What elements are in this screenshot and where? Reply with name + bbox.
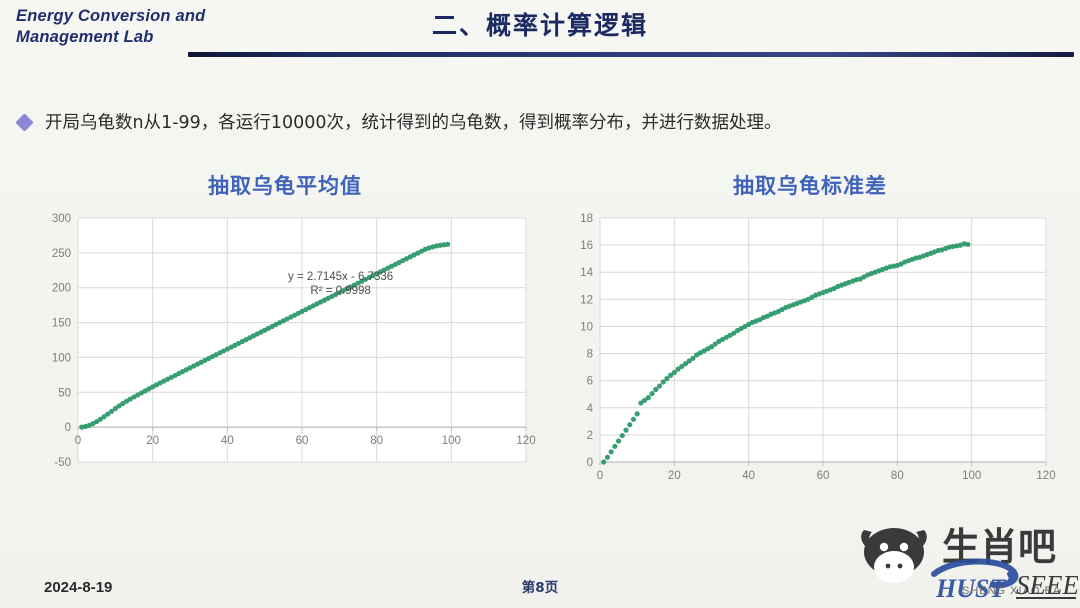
trendline-r2: R² = 0.9998: [310, 285, 371, 297]
svg-text:0: 0: [597, 470, 603, 482]
page-title: 二、概率计算逻辑: [431, 11, 648, 40]
svg-text:40: 40: [221, 435, 234, 447]
chart-mean-plot: -50 0 50 100 150 200 250 300 0 20 40 60 80 100 120 y =…: [30, 208, 540, 496]
svg-text:20: 20: [668, 470, 681, 482]
ox-head-icon: [861, 528, 927, 576]
header-divider: [188, 52, 1074, 57]
svg-text:120: 120: [516, 435, 535, 447]
svg-text:100: 100: [442, 435, 461, 447]
svg-text:-50: -50: [54, 457, 71, 469]
svg-text:120: 120: [1036, 470, 1055, 482]
svg-text:250: 250: [52, 248, 71, 260]
svg-text:14: 14: [580, 267, 593, 279]
chart-stdev-svg: 0 2 4 6 8 10 12 14 16 18 0 20 40 60 80 100 120: [580, 213, 1055, 482]
svg-text:8: 8: [587, 349, 593, 361]
svg-text:0: 0: [587, 457, 593, 469]
svg-text:2: 2: [587, 430, 593, 442]
svg-text:40: 40: [742, 470, 755, 482]
svg-text:150: 150: [52, 318, 71, 330]
svg-text:20: 20: [146, 435, 159, 447]
svg-text:6: 6: [587, 376, 593, 388]
svg-text:60: 60: [817, 470, 830, 482]
chart-mean-svg: -50 0 50 100 150 200 250 300 0 20 40 60 80 100 120: [52, 213, 536, 469]
bullet-item: 开局乌龟数n从1-99，各运行10000次，统计得到的乌龟数，得到概率分布，并进…: [15, 110, 782, 136]
watermark-brand-cn: 生肖吧: [942, 525, 1056, 569]
ox-eye-right: [899, 542, 909, 552]
svg-text:200: 200: [52, 283, 71, 295]
ox-nostril-left: [885, 563, 891, 569]
svg-text:100: 100: [52, 352, 71, 364]
svg-text:80: 80: [891, 470, 904, 482]
chart-stdev: 抽取乌龟标准差 0 2 4 6 8 10 12 14 16 18 0 20 40 60 80 100 120: [560, 170, 1060, 500]
ox-nostril-right: [897, 563, 903, 569]
chart-stdev-title: 抽取乌龟标准差: [733, 174, 887, 198]
trendline-equation: y = 2.7145x - 6.7336: [288, 271, 394, 283]
svg-text:80: 80: [370, 435, 383, 447]
svg-text:10: 10: [580, 321, 593, 333]
chart-mean: 抽取乌龟平均值 -50 0 50 100 150 200 250 300 0 20 40 60 80 10…: [30, 170, 540, 500]
svg-text:0: 0: [75, 435, 81, 447]
svg-text:300: 300: [52, 213, 71, 225]
svg-text:100: 100: [962, 470, 981, 482]
diamond-bullet-icon: [15, 113, 34, 132]
svg-text:18: 18: [580, 213, 593, 225]
svg-text:0: 0: [65, 422, 71, 434]
chart-mean-title: 抽取乌龟平均值: [208, 174, 362, 198]
bullet-text: 开局乌龟数n从1-99，各运行10000次，统计得到的乌龟数，得到概率分布，并进…: [45, 113, 782, 133]
svg-text:50: 50: [58, 387, 71, 399]
svg-text:12: 12: [580, 294, 593, 306]
slide-canvas: Energy Conversion and Management Lab 二、概…: [0, 0, 1080, 608]
ox-eye-left: [879, 542, 889, 552]
trendline-annotation: y = 2.7145x - 6.7336 R² = 0.9998: [288, 270, 393, 298]
footer-page-number: 第8页: [521, 580, 559, 596]
svg-text:60: 60: [296, 435, 309, 447]
svg-text:4: 4: [587, 403, 594, 415]
chart-stdev-plot: 0 2 4 6 8 10 12 14 16 18 0 20 40 60 80 100 120: [560, 208, 1060, 496]
svg-text:16: 16: [580, 240, 593, 252]
